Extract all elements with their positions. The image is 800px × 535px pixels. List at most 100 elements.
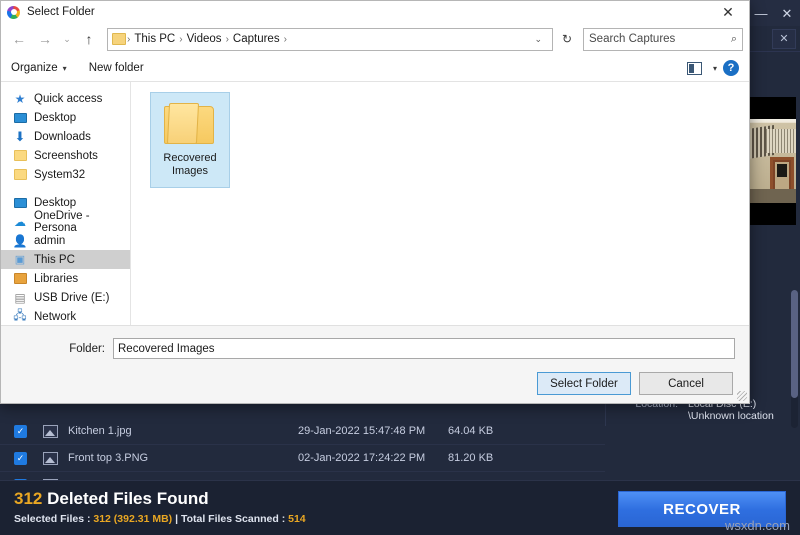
search-box[interactable]: Search Captures ⌕ bbox=[583, 27, 743, 51]
back-icon[interactable]: ← bbox=[7, 27, 31, 51]
recent-locations-icon[interactable]: ⌄ bbox=[59, 27, 75, 51]
table-row[interactable]: ✓ Kitchen 1.jpg 29-Jan-2022 15:47:48 PM … bbox=[0, 418, 605, 445]
file-name: Kitchen 1.jpg bbox=[68, 425, 132, 437]
sidebar-item-label: admin bbox=[34, 234, 66, 247]
select-folder-button[interactable]: Select Folder bbox=[537, 372, 631, 395]
sidebar-item-label: Screenshots bbox=[34, 149, 98, 162]
change-view-icon[interactable] bbox=[686, 61, 702, 75]
dialog-toolbar: Organize ▾ New folder ▾ ? bbox=[1, 55, 749, 82]
status-sub-prefix: Selected Files : bbox=[14, 513, 94, 525]
preview-frame-inner bbox=[775, 162, 789, 190]
tab-close-icon[interactable]: ✕ bbox=[772, 28, 796, 49]
row-checkbox[interactable]: ✓ bbox=[14, 451, 27, 465]
download-icon: ⬇ bbox=[14, 128, 26, 144]
search-input[interactable]: Search Captures bbox=[589, 33, 731, 45]
preview-shelf-right bbox=[766, 129, 796, 153]
deleted-files-title-rest: Deleted Files Found bbox=[42, 489, 209, 508]
image-preview bbox=[748, 97, 796, 225]
dialog-close-icon[interactable]: ✕ bbox=[707, 1, 749, 23]
cancel-button[interactable]: Cancel bbox=[639, 372, 733, 395]
folder-item-label-line2: Images bbox=[171, 165, 209, 177]
chevron-down-icon[interactable]: ▾ bbox=[713, 64, 717, 73]
minimize-icon[interactable]: — bbox=[748, 0, 774, 26]
sidebar-item-usb-drive[interactable]: ▤ USB Drive (E:) bbox=[1, 288, 130, 307]
row-checkbox[interactable]: ✓ bbox=[14, 424, 27, 438]
address-bar[interactable]: › This PC › Videos › Captures › ⌄ bbox=[107, 27, 553, 51]
table-row[interactable]: ✓ Front top 3.PNG 02-Jan-2022 17:24:22 P… bbox=[0, 445, 605, 472]
sidebar-item-network[interactable]: 🖧 Network bbox=[1, 307, 130, 325]
status-total-scanned: 514 bbox=[288, 513, 306, 525]
dialog-footer: Folder: Select Folder Cancel bbox=[1, 325, 749, 403]
sidebar-item-label: Downloads bbox=[34, 130, 91, 143]
search-icon: ⌕ bbox=[730, 32, 737, 45]
user-icon: 👤 bbox=[12, 233, 28, 248]
resize-grip[interactable] bbox=[737, 391, 747, 401]
sidebar-item-label: Quick access bbox=[34, 92, 103, 105]
image-file-icon bbox=[43, 451, 58, 465]
folder-name-input[interactable] bbox=[113, 338, 735, 359]
dialog-title-bar: Select Folder ✕ bbox=[1, 1, 749, 23]
app-logo-icon bbox=[7, 5, 20, 19]
deleted-files-title: 312 Deleted Files Found bbox=[14, 489, 209, 509]
sidebar-item-label: System32 bbox=[34, 168, 86, 181]
file-browser-content[interactable]: Recovered Images bbox=[131, 82, 749, 325]
sidebar-item-label: OneDrive - Persona bbox=[34, 209, 90, 234]
toolbar-right-group: ▾ ? bbox=[686, 60, 739, 76]
sidebar-item-screenshots[interactable]: Screenshots bbox=[1, 146, 130, 165]
dialog-button-row: Select Folder Cancel bbox=[15, 372, 735, 395]
navigation-sidebar: ★ Quick access Desktop ⬇ Downloads Screens… bbox=[1, 82, 131, 325]
star-icon: ★ bbox=[14, 91, 26, 106]
close-icon[interactable]: ✕ bbox=[774, 0, 800, 26]
breadcrumb-separator: › bbox=[283, 33, 287, 45]
select-folder-dialog: Select Folder ✕ ← → ⌄ ↑ › This PC › Vide… bbox=[0, 0, 750, 404]
folder-item-label: Recovered Images bbox=[163, 152, 216, 178]
breadcrumb-item-this-pc[interactable]: This PC bbox=[131, 33, 178, 45]
new-folder-button[interactable]: New folder bbox=[89, 62, 144, 74]
folder-item-label-line1: Recovered bbox=[163, 152, 217, 164]
folder-icon bbox=[13, 149, 27, 163]
refresh-icon[interactable]: ↻ bbox=[555, 28, 579, 51]
up-icon[interactable]: ↑ bbox=[77, 27, 101, 51]
sidebar-item-admin[interactable]: 👤 admin bbox=[1, 231, 130, 250]
image-file-icon bbox=[43, 424, 58, 438]
sidebar-item-label: Desktop bbox=[34, 111, 77, 124]
organize-label: Organize bbox=[11, 62, 58, 74]
help-icon[interactable]: ? bbox=[723, 60, 739, 76]
sidebar-item-label: This PC bbox=[34, 253, 75, 266]
file-date: 29-Jan-2022 15:47:48 PM bbox=[298, 425, 426, 437]
sidebar-item-this-pc[interactable]: ▣ This PC bbox=[1, 250, 130, 269]
sidebar-item-onedrive[interactable]: ☁ OneDrive - Persona bbox=[1, 209, 130, 234]
chevron-down-icon[interactable]: ⌄ bbox=[528, 34, 548, 45]
folder-icon bbox=[13, 168, 27, 182]
watermark: wsxdn.com bbox=[724, 518, 790, 533]
desktop-icon bbox=[13, 196, 27, 210]
chevron-down-icon: ▾ bbox=[62, 64, 67, 73]
sidebar-item-label: Network bbox=[34, 310, 77, 323]
folder-item-recovered-images[interactable]: Recovered Images bbox=[150, 92, 230, 188]
sidebar-item-label: USB Drive (E:) bbox=[34, 291, 110, 304]
dialog-title: Select Folder bbox=[27, 6, 95, 18]
sidebar-item-downloads[interactable]: ⬇ Downloads bbox=[1, 127, 130, 146]
organize-button[interactable]: Organize ▾ bbox=[11, 62, 67, 74]
breadcrumb-item-captures[interactable]: Captures bbox=[230, 33, 283, 45]
forward-icon[interactable]: → bbox=[33, 27, 57, 51]
file-name: Front top 3.PNG bbox=[68, 452, 149, 464]
address-folder-icon bbox=[112, 33, 126, 45]
sidebar-item-label: Desktop bbox=[34, 196, 77, 209]
this-pc-icon: ▣ bbox=[14, 254, 26, 266]
status-sub-middle: | Total Files Scanned : bbox=[172, 513, 289, 525]
status-summary: Selected Files : 312 (392.31 MB) | Total… bbox=[14, 513, 306, 525]
libraries-icon bbox=[13, 272, 27, 286]
preview-floor bbox=[748, 189, 796, 203]
breadcrumb-item-videos[interactable]: Videos bbox=[184, 33, 225, 45]
sidebar-item-system32[interactable]: System32 bbox=[1, 165, 130, 184]
file-size: 81.20 KB bbox=[448, 452, 494, 464]
sidebar-item-desktop[interactable]: Desktop bbox=[1, 108, 130, 127]
folder-name-row: Folder: bbox=[15, 338, 735, 359]
preview-frame-dark bbox=[777, 164, 787, 177]
sidebar-item-libraries[interactable]: Libraries bbox=[1, 269, 130, 288]
sidebar-item-quick-access[interactable]: ★ Quick access bbox=[1, 89, 130, 108]
usb-drive-icon: ▤ bbox=[14, 290, 26, 305]
preview-thumbnail bbox=[748, 119, 796, 203]
deleted-files-count: 312 bbox=[14, 489, 43, 508]
